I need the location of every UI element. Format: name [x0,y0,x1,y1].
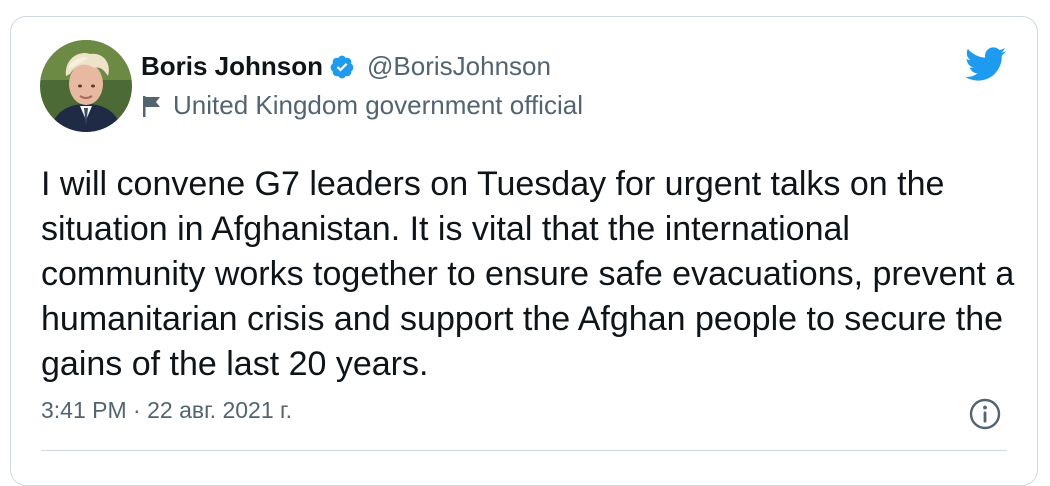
twitter-bird-icon[interactable] [963,46,1007,82]
tweet-card[interactable]: Boris Johnson @BorisJohnson United Kingd… [10,16,1038,486]
author-display-name[interactable]: Boris Johnson [141,51,323,82]
info-icon[interactable] [968,397,1002,431]
flag-icon [141,94,163,118]
tweet-text: I will convene G7 leaders on Tuesday for… [41,165,1015,383]
divider [41,450,1007,451]
author-handle[interactable]: @BorisJohnson [367,51,551,82]
affiliation-label: United Kingdom government official [173,90,583,120]
avatar[interactable] [40,40,132,132]
verified-badge-icon [329,54,355,80]
tweet-timestamp[interactable]: 3:41 PM · 22 авг. 2021 г. [41,397,292,424]
